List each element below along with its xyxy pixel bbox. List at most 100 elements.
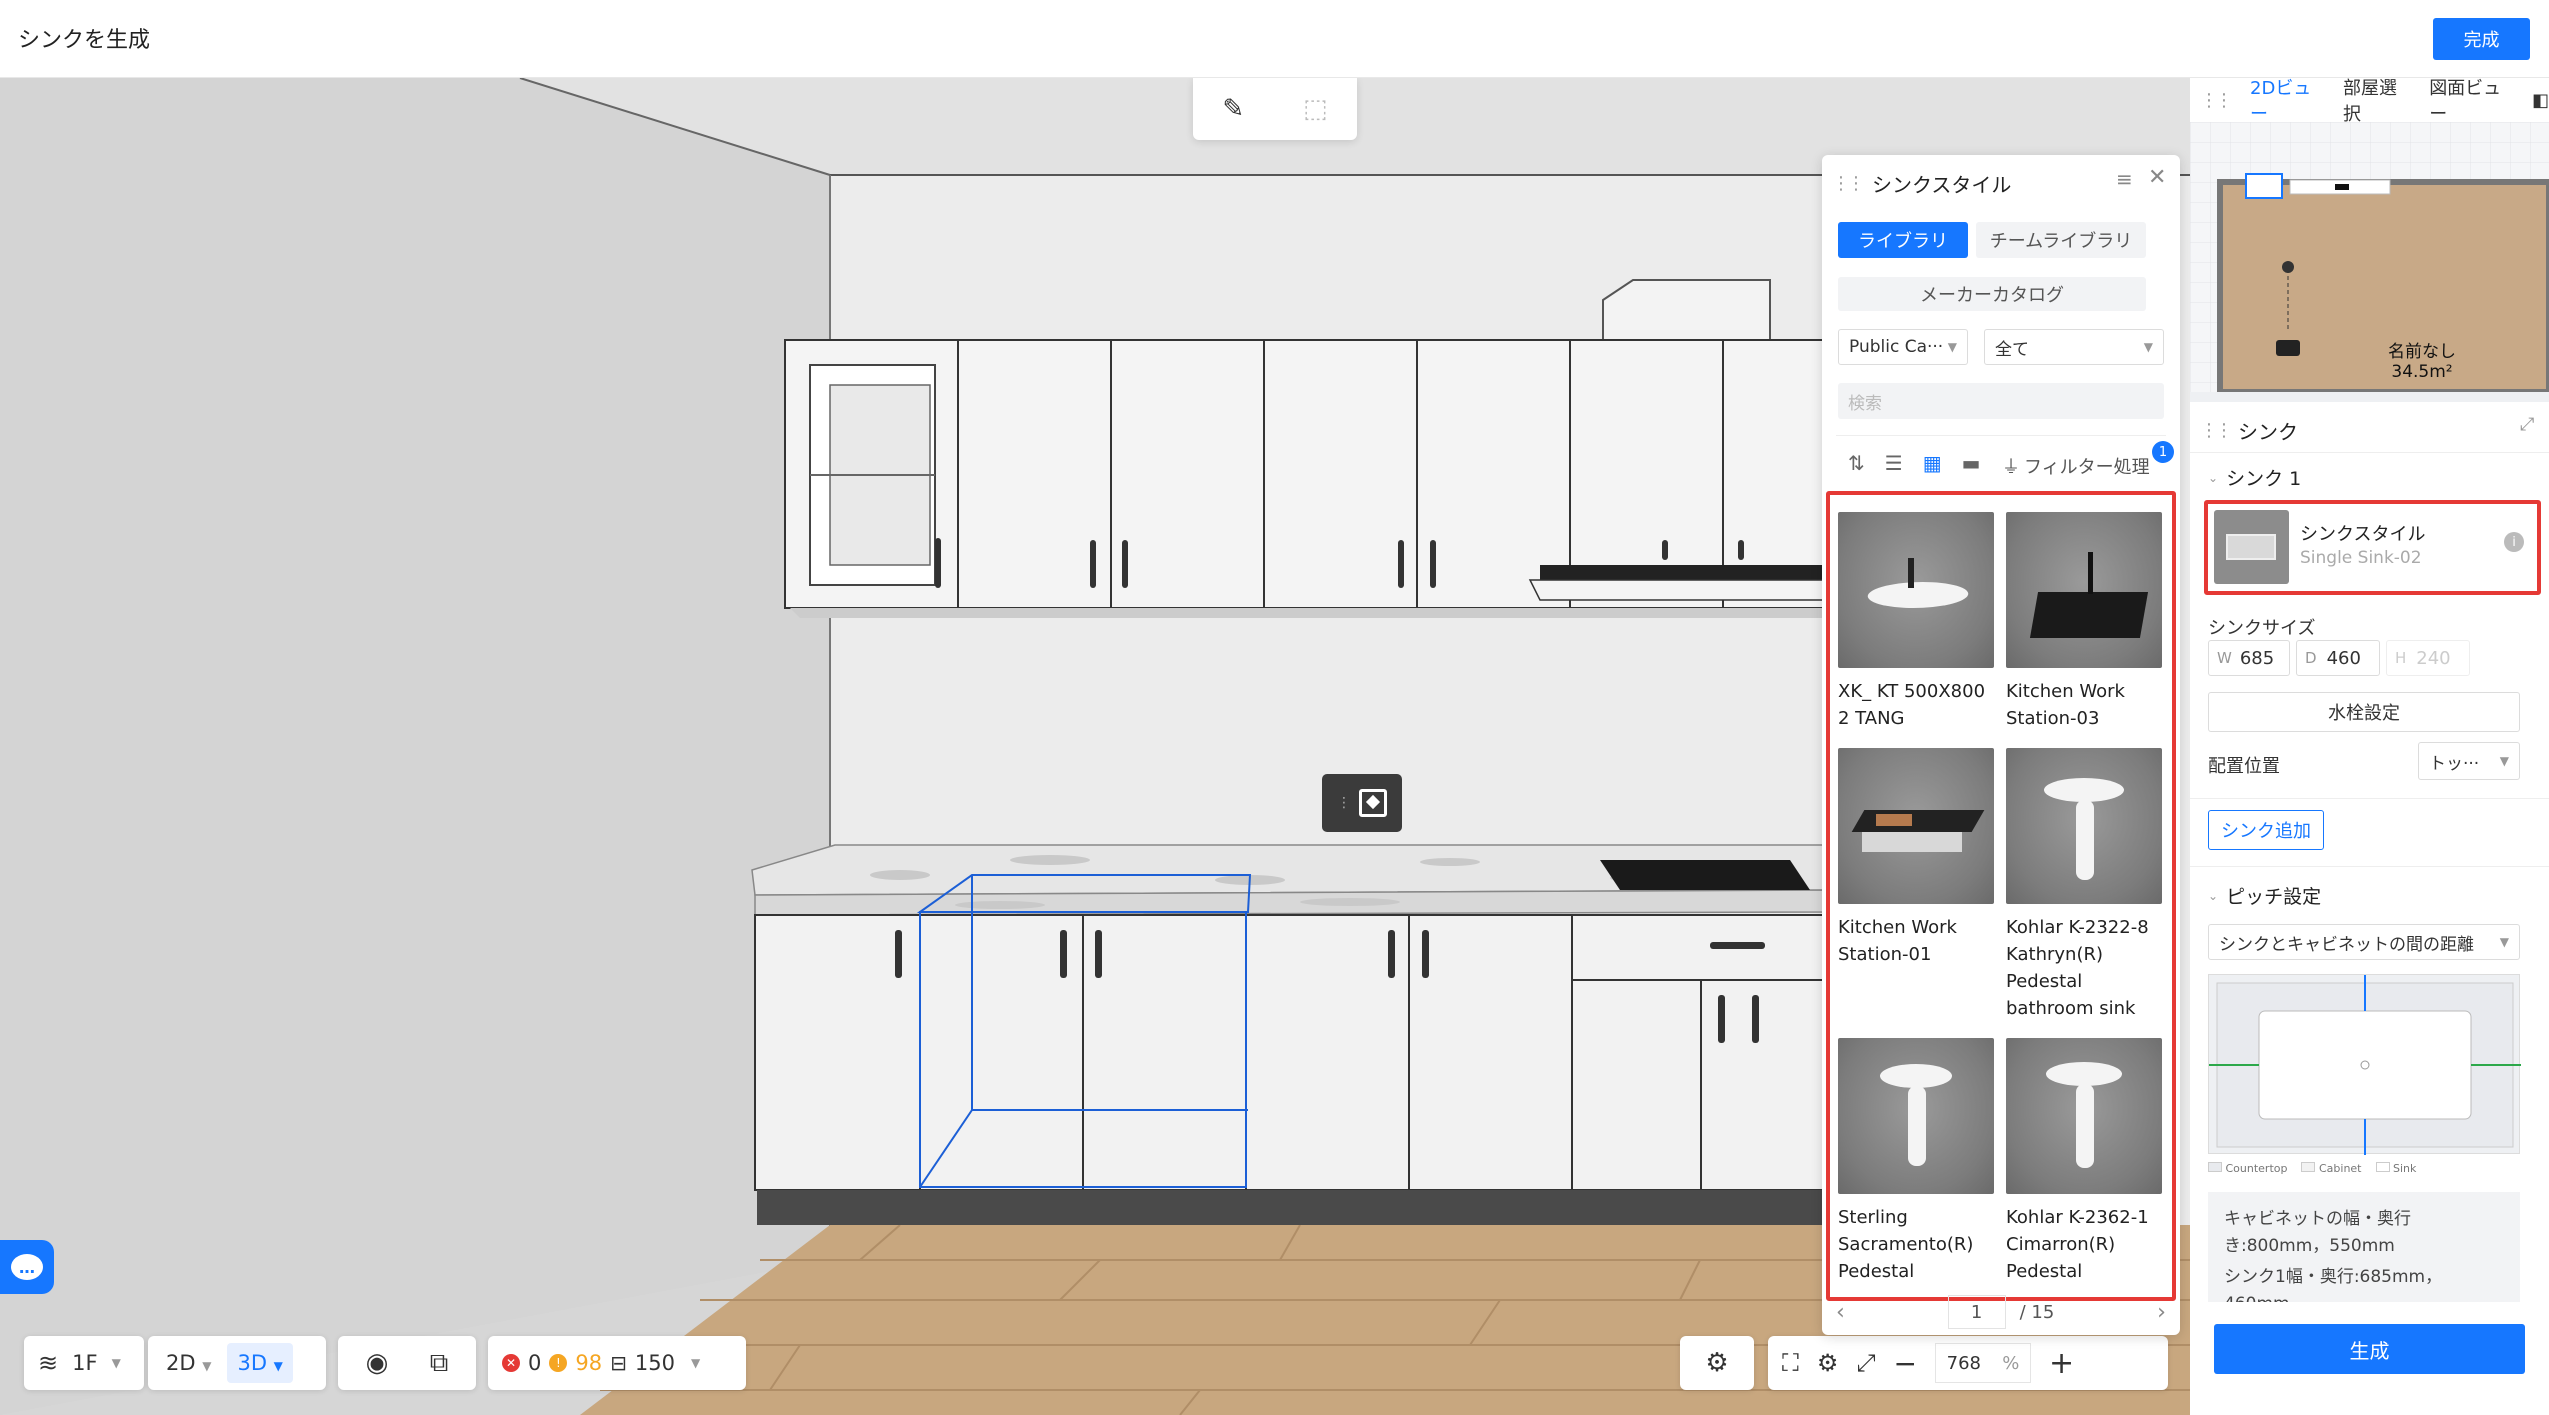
fit-view-icon[interactable]: ⛶ [1782, 1349, 1799, 1377]
view-3d-button[interactable]: 3D ▼ [227, 1343, 293, 1383]
filter-icon: ⏚ [2002, 457, 2020, 478]
panel-toggle-icon[interactable]: ◧ [2532, 90, 2549, 111]
expand-icon[interactable]: ⤢ [2520, 414, 2534, 435]
product-thumbnail [1838, 1038, 1994, 1194]
sink-style-card[interactable]: シンクスタイル Single Sink-02 i [2204, 500, 2541, 595]
tab-drawing-view[interactable]: 図面ビュー [2429, 74, 2512, 126]
drag-handle-icon[interactable]: ⋮⋮ [2200, 90, 2233, 111]
category-select[interactable]: 全て ▼ [1984, 329, 2164, 365]
window-icon: ⊟ [610, 1351, 627, 1375]
object-count: 150 [634, 1351, 675, 1375]
room-area: 34.5m² [2391, 362, 2453, 382]
list-item[interactable]: Sterling Sacramento(R) Pedestal [1838, 1038, 1998, 1285]
check-status[interactable]: ✕ 0 ! 98 ⊟ 150 ▼ [488, 1336, 746, 1390]
sink-thumbnail [2214, 510, 2289, 584]
cube-icon[interactable]: ⧉ [430, 1348, 449, 1379]
info-icon[interactable]: i [2504, 532, 2524, 552]
zoom-input[interactable]: 768 % [1935, 1343, 2031, 1383]
error-icon: ✕ [502, 1354, 520, 1372]
folder-icon[interactable]: ▬ [1962, 451, 1981, 475]
paint-brush-icon[interactable]: ✎ [1222, 94, 1244, 124]
panel-title: シンクスタイル [1872, 173, 2012, 197]
menu-icon[interactable]: ≡ [2116, 167, 2133, 191]
list-item[interactable]: Kitchen Work Station-01 [1838, 748, 1998, 968]
faucet-settings-button[interactable]: 水栓設定 [2208, 692, 2520, 732]
warning-icon: ! [549, 1354, 568, 1372]
list-view-icon[interactable]: ☰ [1885, 451, 1903, 475]
zoom-in-button[interactable]: + [2049, 1346, 2074, 1381]
prev-page-button[interactable]: ‹ [1836, 1300, 1845, 1325]
error-count: 0 [528, 1351, 542, 1375]
depth-field[interactable]: D 460 [2296, 640, 2380, 676]
product-thumbnail [2006, 512, 2162, 668]
section-sink-1[interactable]: ⌄ シンク 1 [2208, 464, 2301, 491]
grid-view-icon[interactable]: ▦ [1923, 451, 1942, 475]
search-input[interactable]: 検索 [1838, 383, 2164, 419]
product-thumbnail [1838, 512, 1994, 668]
object-action-button[interactable]: ⋮ [1322, 774, 1402, 832]
floor-label: 1F [72, 1351, 98, 1375]
page-input[interactable]: 1 [1947, 1295, 2006, 1329]
sink-style-library-panel: ⋮⋮ シンクスタイル ≡ ✕ ライブラリ チームライブラリ メーカーカタログ P… [1822, 155, 2180, 1335]
next-page-button[interactable]: › [2157, 1300, 2166, 1325]
product-name: Kitchen Work Station-03 [2006, 681, 2125, 729]
product-name: Kohlar K-2322-8 Kathryn(R) Pedestal bath… [2006, 917, 2149, 1019]
eye-icon[interactable]: ◉ [366, 1348, 389, 1378]
size-label: シンクサイズ [2208, 618, 2316, 639]
drag-handle-icon[interactable]: ⋮⋮ [2200, 420, 2233, 441]
section-pitch[interactable]: ⌄ ピッチ設定 [2208, 882, 2321, 909]
generate-button[interactable]: 生成 [2214, 1324, 2525, 1374]
done-button[interactable]: 完成 [2433, 18, 2530, 60]
add-sink-button[interactable]: シンク追加 [2208, 810, 2324, 850]
product-name: Sterling Sacramento(R) Pedestal [1838, 1207, 1974, 1282]
list-item[interactable]: Kohlar K-2362-1 Cimarron(R) Pedestal [2006, 1038, 2166, 1285]
sink-properties-panel: ⋮⋮ シンク ⤢ ⌄ シンク 1 シンクスタイル Single Sink-02 … [2190, 402, 2549, 1415]
pagination: ‹ 1 / 15 › [1836, 1295, 2166, 1329]
height-field: H 240 [2386, 640, 2470, 676]
source-select[interactable]: Public Ca··· ▼ [1838, 329, 1968, 365]
fullscreen-icon[interactable]: ⤢ [1856, 1349, 1875, 1377]
chevron-down-icon: ▼ [690, 1356, 701, 1370]
chevron-down-icon: ⌄ [2208, 888, 2219, 903]
view-mode-switch: 2D ▼ 3D ▼ [148, 1336, 326, 1390]
tab-team-library[interactable]: チームライブラリ [1976, 222, 2146, 258]
style-value: Single Sink-02 [2300, 548, 2422, 568]
placement-label: 配置位置 [2208, 756, 2280, 777]
filter-button[interactable]: ⏚ フィルター処理 [2002, 453, 2150, 479]
frame-icon[interactable]: ⬚ [1303, 94, 1328, 124]
focus-settings-icon[interactable]: ⚙ [1817, 1349, 1839, 1377]
sort-icon[interactable]: ⇅ [1848, 451, 1865, 475]
width-field[interactable]: W 685 [2208, 640, 2290, 676]
chat-button[interactable]: … [0, 1240, 54, 1294]
tab-room-select[interactable]: 部屋選択 [2343, 74, 2409, 126]
filter-badge: 1 [2152, 441, 2174, 463]
page-total: / 15 [2019, 1301, 2055, 1323]
zoom-out-button[interactable]: − [1894, 1347, 1917, 1380]
maker-catalog-button[interactable]: メーカーカタログ [1838, 277, 2146, 311]
tab-2d-view[interactable]: 2Dビュー [2250, 74, 2323, 126]
cabinet-info: キャビネットの幅・奥行き:800mm，550mm [2224, 1209, 2411, 1256]
drag-handle-icon[interactable]: ⋮⋮ [1832, 173, 1865, 194]
product-thumbnail [1838, 748, 1994, 904]
settings-toggle[interactable]: ⚙ [1680, 1336, 1754, 1390]
list-item[interactable]: Kitchen Work Station-03 [2006, 512, 2166, 732]
view-tabs: ⋮⋮ 2Dビュー 部屋選択 図面ビュー ◧ [2190, 78, 2549, 125]
chat-icon: … [11, 1254, 43, 1280]
view-tools: ✎ ⬚ [1193, 78, 1357, 140]
floor-selector[interactable]: ≋ 1F ▼ [24, 1336, 144, 1390]
product-thumbnail [2006, 1038, 2162, 1194]
tab-library[interactable]: ライブラリ [1838, 222, 1968, 258]
close-icon[interactable]: ✕ [2148, 165, 2166, 190]
layers-icon: ≋ [38, 1349, 59, 1377]
minimap[interactable]: 名前なし 34.5m² [2190, 122, 2549, 392]
placement-select[interactable]: トッ··· ▼ [2418, 742, 2520, 780]
style-label: シンクスタイル [2300, 524, 2426, 545]
select-check-icon [1359, 789, 1387, 817]
view-2d-button[interactable]: 2D ▼ [156, 1343, 221, 1383]
zoom-tools: ⛶ ⚙ ⤢ − 768 % + [1768, 1336, 2168, 1390]
page-title: シンクを生成 [18, 28, 151, 53]
list-item[interactable]: XK_ KT 500X800 2 TANG [1838, 512, 1998, 732]
pitch-select[interactable]: シンクとキャビネットの間の距離 ▼ [2208, 924, 2520, 960]
info-box: キャビネットの幅・奥行き:800mm，550mm シンク1幅・奥行:685mm，… [2208, 1192, 2520, 1302]
list-item[interactable]: Kohlar K-2322-8 Kathryn(R) Pedestal bath… [2006, 748, 2166, 1022]
